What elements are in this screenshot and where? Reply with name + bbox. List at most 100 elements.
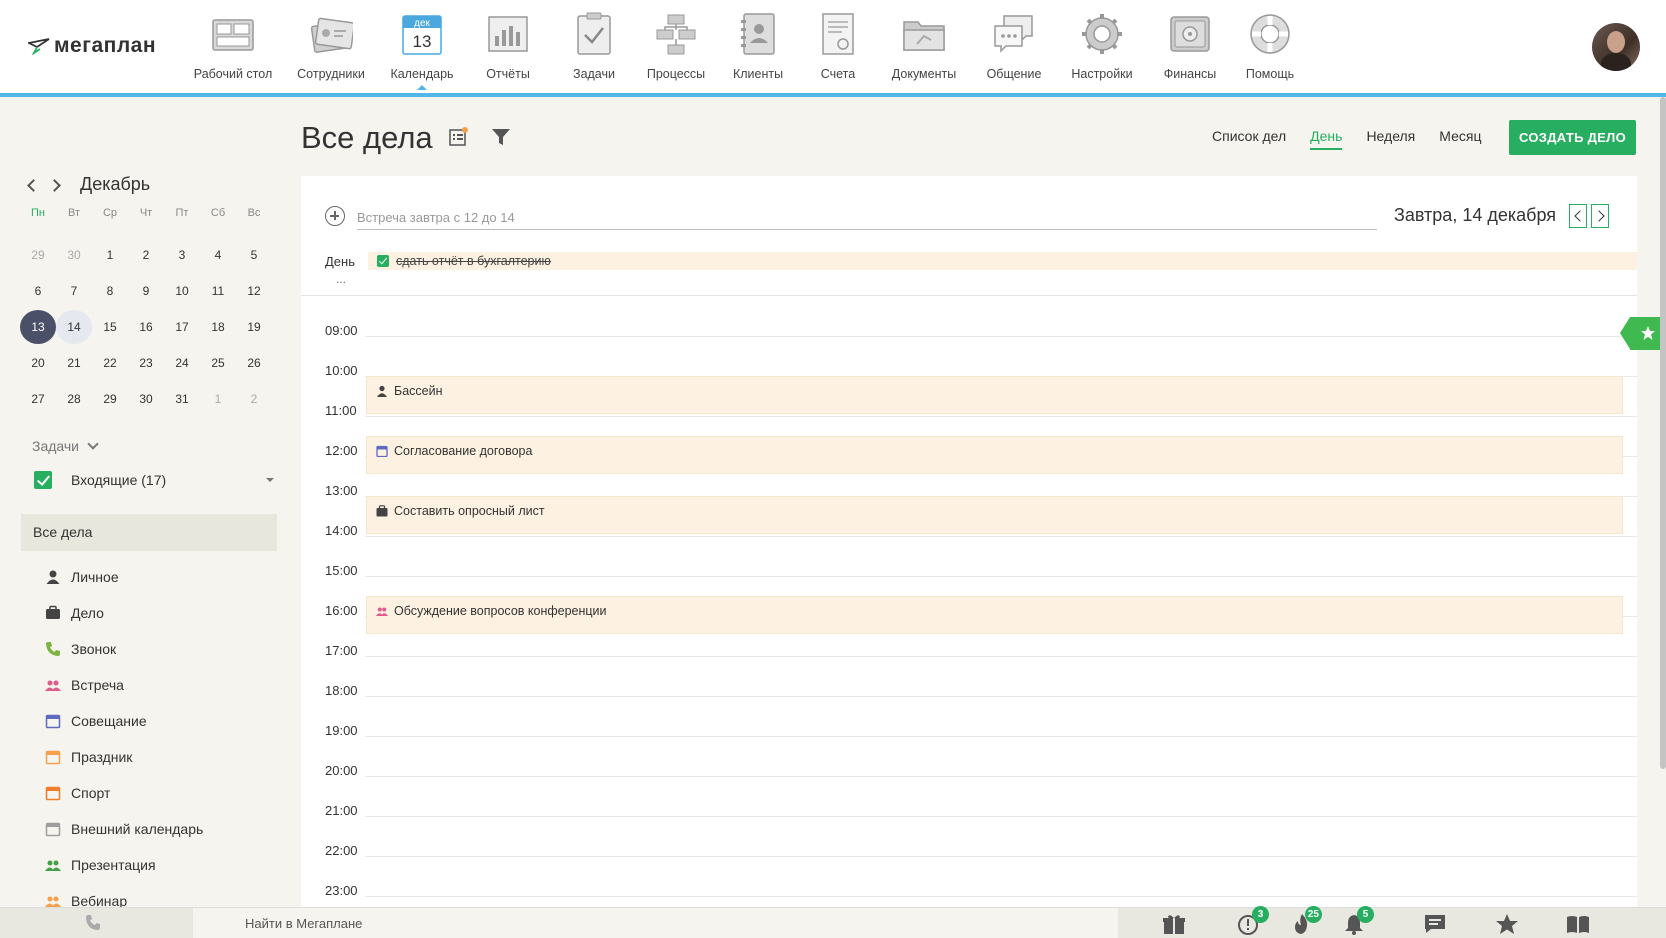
calendar-event[interactable]: Составить опросный лист (366, 496, 1623, 534)
calendar-day[interactable]: 19 (236, 310, 272, 344)
calendar-day[interactable]: 7 (56, 274, 92, 308)
calendar-day[interactable]: 21 (56, 346, 92, 380)
tab-list[interactable]: Список дел (1212, 128, 1286, 150)
hour-row[interactable]: 21:00 (301, 776, 1637, 818)
prev-day-button[interactable] (1569, 204, 1587, 228)
calendar-day[interactable]: 29 (92, 382, 128, 416)
alert-button[interactable]: 3 (1237, 906, 1269, 935)
category-call[interactable]: Звонок (45, 631, 203, 667)
calendar-day[interactable]: 2 (236, 382, 272, 416)
calendar-day-today[interactable]: 13 (20, 310, 56, 344)
add-circle-icon[interactable] (325, 206, 345, 226)
inbox-filter[interactable]: Входящие (17) (34, 471, 274, 489)
calendar-day[interactable]: 8 (92, 274, 128, 308)
tab-week[interactable]: Неделя (1366, 128, 1415, 150)
next-day-button[interactable] (1591, 204, 1609, 228)
nav-item-finance[interactable]: Финансы (1157, 12, 1223, 81)
calendar-day[interactable]: 23 (128, 346, 164, 380)
nav-item-employees[interactable]: Сотрудники (297, 12, 365, 81)
gift-icon[interactable] (1162, 913, 1186, 935)
knowledge-book-icon[interactable] (1566, 913, 1590, 935)
nav-item-help[interactable]: Помощь (1237, 12, 1303, 81)
calendar-day[interactable]: 31 (164, 382, 200, 416)
calendar-day[interactable]: 28 (56, 382, 92, 416)
category-sport[interactable]: Спорт (45, 775, 203, 811)
tab-month[interactable]: Месяц (1439, 128, 1481, 150)
calendar-day[interactable]: 2 (128, 238, 164, 272)
calendar-day[interactable]: 24 (164, 346, 200, 380)
nav-item-clients[interactable]: Клиенты (725, 12, 791, 81)
calendar-day[interactable]: 6 (20, 274, 56, 308)
create-task-button[interactable]: СОЗДАТЬ ДЕЛО (1509, 120, 1636, 155)
caret-down-icon[interactable] (266, 478, 274, 486)
page-scrollbar[interactable] (1660, 97, 1666, 769)
calendar-day[interactable]: 30 (128, 382, 164, 416)
category-presentation[interactable]: Презентация (45, 847, 203, 883)
category-personal[interactable]: Личное (45, 559, 203, 595)
filter-icon[interactable] (491, 128, 511, 146)
calendar-day[interactable]: 10 (164, 274, 200, 308)
tab-day[interactable]: День (1310, 128, 1343, 150)
notifications-button[interactable]: 5 (1342, 906, 1374, 935)
category-meeting[interactable]: Встреча (45, 667, 203, 703)
done-check-icon[interactable] (377, 255, 389, 267)
category-external-calendar[interactable]: Внешний календарь (45, 811, 203, 847)
messages-icon[interactable] (1423, 913, 1447, 935)
user-avatar[interactable] (1592, 23, 1640, 71)
nav-item-invoices[interactable]: Счета (805, 12, 871, 81)
hour-row[interactable]: 09:00 (301, 296, 1637, 338)
calendar-day[interactable]: 1 (92, 238, 128, 272)
tasks-section-toggle[interactable]: Задачи (32, 438, 99, 454)
calendar-day[interactable]: 27 (20, 382, 56, 416)
hot-button[interactable]: 25 (1290, 906, 1322, 935)
nav-item-calendar[interactable]: дек 13 Календарь (389, 12, 455, 90)
calendar-day[interactable]: 4 (200, 238, 236, 272)
nav-item-settings[interactable]: Настройки (1069, 12, 1135, 81)
calendar-day[interactable]: 16 (128, 310, 164, 344)
calendar-event[interactable]: Бассейн (366, 376, 1623, 414)
nav-item-tasks[interactable]: Задачи (561, 12, 627, 81)
calendar-day[interactable]: 5 (236, 238, 272, 272)
calendar-day[interactable]: 3 (164, 238, 200, 272)
category-holiday[interactable]: Праздник (45, 739, 203, 775)
calendar-day[interactable]: 17 (164, 310, 200, 344)
category-business[interactable]: Дело (45, 595, 203, 631)
hour-row[interactable]: 20:00 (301, 736, 1637, 778)
hour-row[interactable]: 23:00 (301, 856, 1637, 898)
calendar-event[interactable]: Согласование договора (366, 436, 1623, 474)
nav-item-chat[interactable]: Общение (981, 12, 1047, 81)
nav-item-documents[interactable]: Документы (891, 12, 957, 81)
nav-item-processes[interactable]: Процессы (643, 12, 709, 81)
megaplan-logo[interactable]: мегаплан (28, 34, 156, 58)
next-month-icon[interactable] (50, 179, 62, 191)
calendar-day[interactable]: 20 (20, 346, 56, 380)
hour-row[interactable]: 18:00 (301, 656, 1637, 698)
quick-add-input[interactable] (357, 206, 1377, 230)
calendar-day[interactable]: 9 (128, 274, 164, 308)
allday-more[interactable]: ... (336, 272, 346, 286)
calendar-day[interactable]: 29 (20, 238, 56, 272)
allday-event[interactable]: сдать отчёт в бухгалтерию (368, 252, 1637, 270)
hour-row[interactable]: 22:00 (301, 816, 1637, 858)
prev-month-icon[interactable] (26, 179, 38, 191)
calendar-day[interactable]: 25 (200, 346, 236, 380)
calendar-day-selected[interactable]: 14 (56, 310, 92, 344)
calendar-day[interactable]: 26 (236, 346, 272, 380)
calendar-day[interactable]: 11 (200, 274, 236, 308)
hour-row[interactable]: 19:00 (301, 696, 1637, 738)
star-icon[interactable] (1495, 913, 1519, 935)
category-conference[interactable]: Совещание (45, 703, 203, 739)
calendar-day[interactable]: 22 (92, 346, 128, 380)
calendar-day[interactable]: 18 (200, 310, 236, 344)
inbox-checkbox[interactable] (34, 471, 52, 489)
calendar-day[interactable]: 1 (200, 382, 236, 416)
calendar-day[interactable]: 30 (56, 238, 92, 272)
phone-icon[interactable] (84, 914, 104, 932)
nav-item-desktop[interactable]: Рабочий стол (194, 12, 272, 81)
global-search[interactable]: Найти в Мегаплане (193, 908, 1118, 938)
nav-item-reports[interactable]: Отчёты (475, 12, 541, 81)
list-settings-icon[interactable] (449, 127, 469, 147)
hour-row[interactable]: 15:00 (301, 536, 1637, 578)
category-all-active[interactable]: Все дела (21, 514, 277, 551)
hour-row[interactable]: 10:00 (301, 336, 1637, 378)
